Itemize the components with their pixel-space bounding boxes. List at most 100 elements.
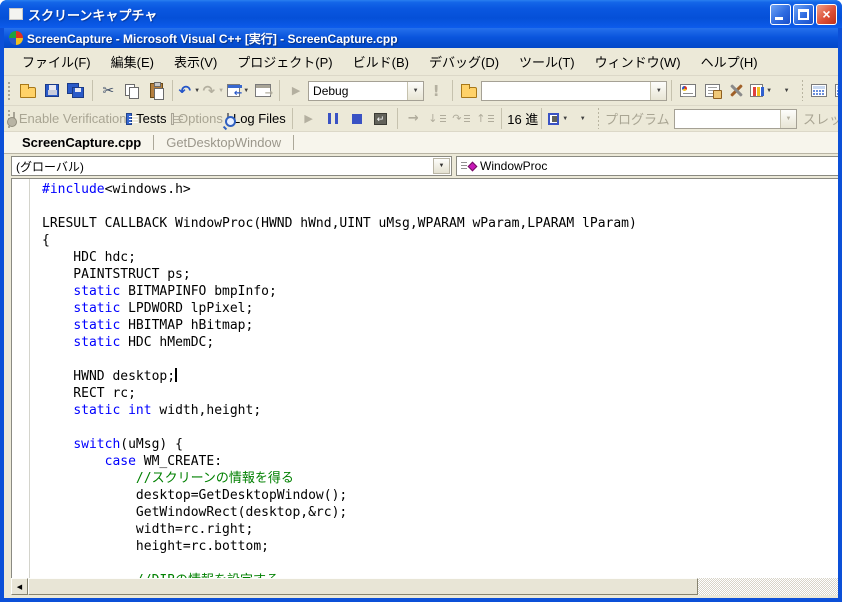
log-files-icon [227,113,229,125]
navigate-back-dropdown-icon: ▼ [243,88,249,94]
pause-icon [328,113,338,124]
solution-config-combo[interactable]: Debug ▼ [308,81,424,101]
undo-icon: ↶ [179,82,192,100]
enable-verification-label: Enable Verification [19,111,127,126]
toolbar-separator [802,80,803,101]
step-over-button[interactable]: ↷ [449,108,473,129]
toolbar-grip[interactable] [8,82,12,100]
redo-icon: ↷ [203,82,216,100]
menu-help[interactable]: ヘルプ(H) [691,47,768,76]
toolbar-separator [292,108,293,129]
config-combo-dropdown-icon[interactable]: ▼ [407,82,423,100]
start-button[interactable]: ▶ [284,79,308,103]
horizontal-scrollbar[interactable]: ◀ [11,578,838,595]
config-combo-value: Debug [309,84,407,98]
find-combo[interactable]: ▼ [481,81,667,101]
debug-windows-dropdown[interactable]: ▼ [570,108,594,129]
app-titlebar[interactable]: ScreenCapture - Microsoft Visual C++ [実行… [4,28,838,48]
tests-icon [126,113,132,125]
method-diamond-icon [468,161,478,171]
document-tabbar: ScreenCapture.cpp GetDesktopWindow [4,132,838,154]
restart-button[interactable]: ↵ [369,108,393,129]
breakpoints-window-button[interactable]: ▼ [546,108,570,129]
redo-button[interactable]: ↷▼ [201,79,225,103]
tab-separator [293,135,294,150]
toolbar-separator [501,108,502,129]
navigate-forward-button[interactable]: → [251,79,275,103]
enable-verification-button[interactable]: Enable Verification [15,108,124,129]
menu-edit[interactable]: 編集(E) [101,47,164,76]
other-windows-button[interactable]: ▼ [748,79,774,103]
step-into-button[interactable]: ↓ [425,108,449,129]
code-editor[interactable]: #include<windows.h> LRESULT CALLBACK Win… [11,178,838,578]
layout-grid-button[interactable] [807,79,831,103]
save-button[interactable] [40,79,64,103]
copy-icon [125,84,139,98]
menu-view[interactable]: 表示(V) [164,47,227,76]
log-files-button[interactable]: Log Files [225,108,288,129]
cut-button[interactable]: ✂ [96,79,120,103]
program-combo[interactable]: ▼ [674,109,797,129]
member-combo[interactable]: WindowProc [456,156,838,176]
code-line: RECT rc; [42,385,637,402]
menu-tools[interactable]: ツール(T) [509,47,585,76]
layout-grid-button-2[interactable] [831,79,838,103]
solution-explorer-button[interactable] [676,79,700,103]
continue-button[interactable]: ▶ [297,108,321,129]
program-combo-dropdown-icon[interactable]: ▼ [780,110,796,128]
code-line: LRESULT CALLBACK WindowProc(HWND hWnd,UI… [42,215,637,232]
close-button[interactable]: × [816,4,837,25]
breakpoint-toggle-button[interactable]: ! [424,79,448,103]
find-combo-dropdown-icon[interactable]: ▼ [650,82,666,100]
tab-screencapture-cpp[interactable]: ScreenCapture.cpp [10,133,153,152]
outer-titlebar[interactable]: スクリーンキャプチャ × [0,0,842,28]
step-out-button[interactable]: ↑ [473,108,497,129]
menu-debug[interactable]: デバッグ(D) [419,47,509,76]
properties-window-button[interactable] [700,79,724,103]
toolbox-button[interactable] [724,79,748,103]
stop-icon [352,114,362,124]
tab-getdesktopwindow[interactable]: GetDesktopWindow [154,133,293,152]
open-file-button[interactable] [16,79,40,103]
code-line: static HDC hMemDC; [42,334,637,351]
scroll-left-button[interactable]: ◀ [11,578,28,595]
undo-button[interactable]: ↶▼ [177,79,201,103]
scrollbar-thumb[interactable] [28,578,698,595]
stop-button[interactable] [345,108,369,129]
toolbar-options-dropdown-icon: ▼ [784,88,790,94]
scope-combo-dropdown-icon[interactable]: ▼ [433,158,450,174]
menu-build[interactable]: ビルド(B) [343,47,419,76]
toolbar-separator [452,80,453,101]
other-windows-dropdown-icon: ▼ [766,88,772,94]
toolbar-separator [92,80,93,101]
code-line: HWND desktop; [42,368,637,385]
maximize-icon [798,9,809,20]
toolbar-separator [671,80,672,101]
step-over-icon: ↷ [452,112,461,125]
options-label: Options [178,111,223,126]
hex-label: 16 進 [507,109,538,128]
hex-display-button[interactable]: 16 進 [506,108,537,129]
code-line [42,419,637,436]
find-in-files-button[interactable] [457,79,481,103]
show-next-statement-button[interactable]: → [401,108,425,129]
save-all-button[interactable] [64,79,88,103]
scope-combo[interactable]: (グローバル) ▼ [11,156,452,176]
maximize-button[interactable] [793,4,814,25]
copy-button[interactable] [120,79,144,103]
navigate-back-button[interactable]: ←▼ [225,79,251,103]
menu-file[interactable]: ファイル(F) [12,47,101,76]
menu-window[interactable]: ウィンドウ(W) [585,47,691,76]
toolbar-options-button[interactable]: ▼ [774,79,798,103]
code-line: HDC hdc; [42,249,637,266]
paste-button[interactable] [144,79,168,103]
code-line [42,198,637,215]
minimize-button[interactable] [770,4,791,25]
options-button[interactable]: Options [169,108,225,129]
selection-margin[interactable] [12,179,30,578]
navigation-bar: (グローバル) ▼ WindowProc [4,154,838,178]
tests-button[interactable]: Tests [124,108,168,129]
toolbar-debug: Enable Verification Tests Options Log Fi… [4,106,838,132]
menu-project[interactable]: プロジェクト(P) [227,47,342,76]
pause-button[interactable] [321,108,345,129]
